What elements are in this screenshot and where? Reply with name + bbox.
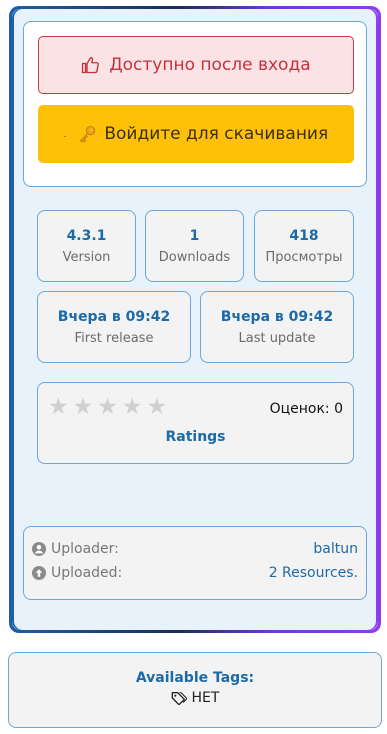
stat-downloads-label: Downloads bbox=[158, 249, 231, 265]
star-icon[interactable]: ★ bbox=[97, 395, 118, 419]
key-icon bbox=[80, 126, 96, 143]
uploader-label: Uploader: bbox=[51, 541, 119, 557]
stat-downloads: 1 Downloads bbox=[145, 210, 244, 282]
tags-box: Available Tags: НЕТ bbox=[8, 652, 382, 728]
stat-version-value: 4.3.1 bbox=[66, 227, 107, 244]
stat-last-update: Вчера в 09:42 Last update bbox=[200, 291, 354, 363]
stat-views-value: 418 bbox=[289, 227, 319, 244]
rating-stars[interactable]: ★ ★ ★ ★ ★ bbox=[48, 395, 167, 419]
star-icon[interactable]: ★ bbox=[73, 395, 94, 419]
uploader-info-box: Uploader: baltun Uploaded: 2 Resources. bbox=[23, 526, 367, 600]
star-icon[interactable]: ★ bbox=[48, 395, 69, 419]
locked-download-label: Доступно после входа bbox=[109, 55, 311, 75]
ratings-link[interactable]: Ratings bbox=[38, 429, 353, 445]
login-to-download-label: Войдите для скачивания bbox=[104, 124, 329, 144]
tag-label[interactable]: НЕТ bbox=[192, 690, 220, 706]
uploader-label-group: Uploader: bbox=[32, 541, 119, 557]
stat-last-update-label: Last update bbox=[238, 330, 316, 346]
uploaded-label: Uploaded: bbox=[51, 565, 123, 581]
star-icon[interactable]: ★ bbox=[147, 395, 168, 419]
rating-count: Оценок: 0 bbox=[269, 401, 343, 417]
tag-item[interactable]: НЕТ bbox=[9, 690, 381, 706]
stat-version-label: Version bbox=[62, 249, 111, 265]
login-button-dot: . bbox=[63, 129, 67, 139]
stat-first-release-value: Вчера в 09:42 bbox=[57, 308, 171, 325]
tag-icon bbox=[171, 692, 187, 705]
uploaded-resources-link[interactable]: 2 Resources. bbox=[269, 565, 358, 581]
arrow-up-circle-icon bbox=[32, 566, 46, 580]
resource-sidebar-panel: Доступно после входа . Войдите для скачи… bbox=[9, 6, 381, 633]
uploaded-row: Uploaded: 2 Resources. bbox=[32, 565, 358, 581]
user-circle-icon bbox=[32, 542, 46, 556]
stat-last-update-value: Вчера в 09:42 bbox=[220, 308, 334, 325]
resource-sidebar-inner: Доступно после входа . Войдите для скачи… bbox=[12, 9, 378, 630]
stat-version: 4.3.1 Version bbox=[37, 210, 136, 282]
download-actions-box: Доступно после входа . Войдите для скачи… bbox=[23, 21, 367, 187]
locked-download-button[interactable]: Доступно после входа bbox=[38, 36, 354, 94]
thumbs-up-icon bbox=[82, 56, 100, 74]
uploaded-label-group: Uploaded: bbox=[32, 565, 122, 581]
star-icon[interactable]: ★ bbox=[122, 395, 143, 419]
stat-views: 418 Просмотры bbox=[254, 210, 354, 282]
login-to-download-button[interactable]: . Войдите для скачивания bbox=[38, 105, 354, 163]
tags-title: Available Tags: bbox=[135, 670, 255, 686]
stat-first-release-label: First release bbox=[74, 330, 154, 346]
stat-first-release: Вчера в 09:42 First release bbox=[37, 291, 191, 363]
rating-box: ★ ★ ★ ★ ★ Оценок: 0 Ratings bbox=[37, 382, 354, 464]
uploader-row: Uploader: baltun bbox=[32, 541, 358, 557]
uploader-link[interactable]: baltun bbox=[313, 541, 358, 557]
stat-views-label: Просмотры bbox=[265, 249, 343, 265]
stat-downloads-value: 1 bbox=[189, 227, 200, 244]
